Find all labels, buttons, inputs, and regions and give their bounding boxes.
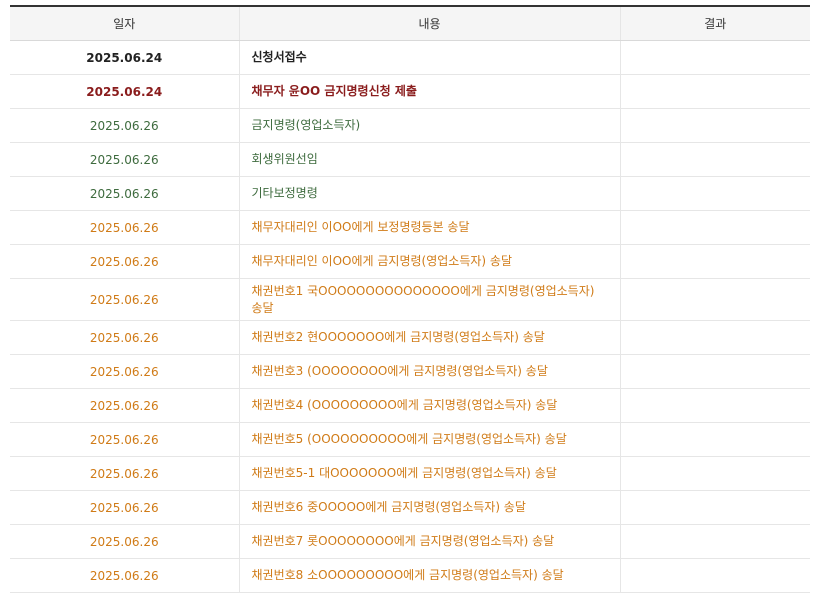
case-progress-table-container: 일자 내용 결과 2025.06.24 신청서접수 2025.06.24 채무자 윤O…	[10, 5, 810, 593]
row-result	[619, 320, 810, 355]
row-date: 2025.06.24	[10, 40, 239, 75]
row-result	[619, 210, 810, 245]
row-content: 채권번호2 현OOOOOOO에게 금지명령(영업소득자) 송달	[238, 320, 620, 355]
row-date: 2025.06.24	[10, 74, 239, 109]
row-content: 채무자대리인 이OO에게 금지명령(영업소득자) 송달	[238, 244, 620, 279]
table-row: 2025.06.26 채권번호1 국OOOOOOOOOOOOOOO에게 금지명령(…	[10, 278, 810, 321]
table-row: 2025.06.26 채권번호5 (OOOOOOOOOO에게 금지명령(영업소득자…	[10, 422, 810, 457]
row-date: 2025.06.26	[10, 176, 239, 211]
row-result	[619, 490, 810, 525]
table-row: 2025.06.26 채권번호8 소OOOOOOOOO에게 금지명령(영업소득자)…	[10, 558, 810, 593]
row-date: 2025.06.26	[10, 558, 239, 593]
row-result	[619, 558, 810, 593]
row-content: 금지명령(영업소득자)	[238, 108, 620, 143]
row-content: 채무자대리인 이OO에게 보정명령등본 송달	[238, 210, 620, 245]
row-result	[619, 422, 810, 457]
table-row: 2025.06.26 채권번호7 롯OOOOOOOO에게 금지명령(영업소득자) …	[10, 524, 810, 559]
row-result	[619, 354, 810, 389]
row-result	[619, 142, 810, 177]
table-row: 2025.06.26 채권번호6 중OOOOO에게 금지명령(영업소득자) 송달	[10, 490, 810, 525]
table-row: 2025.06.26 채권번호5-1 대OOOOOOO에게 금지명령(영업소득자)…	[10, 456, 810, 491]
row-date: 2025.06.26	[10, 354, 239, 389]
row-date: 2025.06.26	[10, 490, 239, 525]
row-content: 채권번호1 국OOOOOOOOOOOOOOO에게 금지명령(영업소득자) 송달	[238, 278, 620, 321]
row-date: 2025.06.26	[10, 388, 239, 423]
row-result	[619, 524, 810, 559]
row-content: 채권번호8 소OOOOOOOOO에게 금지명령(영업소득자) 송달	[238, 558, 620, 593]
row-date: 2025.06.26	[10, 142, 239, 177]
row-content: 채권번호5-1 대OOOOOOO에게 금지명령(영업소득자) 송달	[238, 456, 620, 491]
row-result	[619, 176, 810, 211]
row-result	[619, 388, 810, 423]
table-row: 2025.06.26 채권번호3 (OOOOOOOO에게 금지명령(영업소득자) …	[10, 354, 810, 389]
row-result	[619, 108, 810, 143]
column-header-date: 일자	[10, 5, 239, 41]
row-date: 2025.06.26	[10, 108, 239, 143]
row-content: 회생위원선임	[238, 142, 620, 177]
row-content: 채권번호6 중OOOOO에게 금지명령(영업소득자) 송달	[238, 490, 620, 525]
table-row: 2025.06.24 채무자 윤OO 금지명령신청 제출	[10, 74, 810, 109]
column-header-result: 결과	[619, 5, 810, 41]
table-header: 일자 내용 결과	[10, 5, 810, 41]
row-content: 신청서접수	[238, 40, 620, 75]
row-date: 2025.06.26	[10, 422, 239, 457]
row-date: 2025.06.26	[10, 456, 239, 491]
case-progress-table: 일자 내용 결과 2025.06.24 신청서접수 2025.06.24 채무자 윤O…	[10, 5, 810, 593]
column-header-content: 내용	[238, 5, 620, 41]
table-row: 2025.06.26 채권번호2 현OOOOOOO에게 금지명령(영업소득자) 송…	[10, 320, 810, 355]
row-result	[619, 40, 810, 75]
table-row: 2025.06.26 채무자대리인 이OO에게 보정명령등본 송달	[10, 210, 810, 245]
table-row: 2025.06.26 채권번호4 (OOOOOOOOO에게 금지명령(영업소득자)…	[10, 388, 810, 423]
table-row: 2025.06.26 금지명령(영업소득자)	[10, 108, 810, 143]
row-content: 채권번호3 (OOOOOOOO에게 금지명령(영업소득자) 송달	[238, 354, 620, 389]
row-content: 채권번호7 롯OOOOOOOO에게 금지명령(영업소득자) 송달	[238, 524, 620, 559]
row-date: 2025.06.26	[10, 524, 239, 559]
row-content: 기타보정명령	[238, 176, 620, 211]
row-result	[619, 456, 810, 491]
row-date: 2025.06.26	[10, 210, 239, 245]
table-header-row: 일자 내용 결과	[10, 5, 810, 41]
row-result	[619, 244, 810, 279]
row-result	[619, 278, 810, 321]
row-date: 2025.06.26	[10, 244, 239, 279]
table-body: 2025.06.24 신청서접수 2025.06.24 채무자 윤OO 금지명령신청 …	[10, 40, 810, 593]
row-date: 2025.06.26	[10, 320, 239, 355]
table-row: 2025.06.26 기타보정명령	[10, 176, 810, 211]
table-row: 2025.06.24 신청서접수	[10, 40, 810, 75]
row-content: 채권번호5 (OOOOOOOOOO에게 금지명령(영업소득자) 송달	[238, 422, 620, 457]
table-row: 2025.06.26 채무자대리인 이OO에게 금지명령(영업소득자) 송달	[10, 244, 810, 279]
row-result	[619, 74, 810, 109]
row-content: 채권번호4 (OOOOOOOOO에게 금지명령(영업소득자) 송달	[238, 388, 620, 423]
row-date: 2025.06.26	[10, 278, 239, 321]
table-row: 2025.06.26 회생위원선임	[10, 142, 810, 177]
row-content: 채무자 윤OO 금지명령신청 제출	[238, 74, 620, 109]
